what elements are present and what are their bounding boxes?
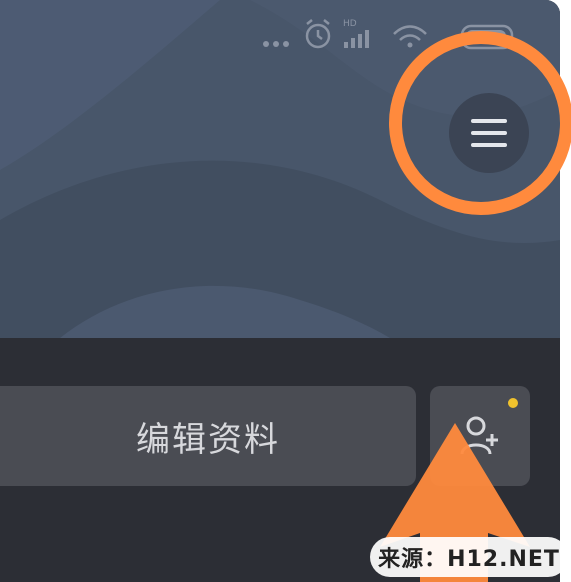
edit-profile-button[interactable]: 编辑资料 <box>0 386 416 486</box>
signal-label: HD <box>343 19 357 29</box>
wifi-icon <box>393 25 427 48</box>
source-watermark: 来源：H12.NET <box>370 537 568 577</box>
edit-profile-label: 编辑资料 <box>136 419 280 460</box>
notification-dot <box>508 398 518 408</box>
hamburger-menu-icon <box>471 119 507 147</box>
dots-icon <box>263 41 289 47</box>
status-bar: HD <box>260 14 560 54</box>
battery-icon <box>460 24 514 50</box>
alarm-icon <box>305 19 331 49</box>
phone-screen: HD 编辑资料 <box>0 0 560 582</box>
menu-button[interactable] <box>449 93 529 173</box>
signal-icon: HD <box>343 19 369 48</box>
watermark-text: 来源：H12.NET <box>378 547 560 572</box>
add-friend-icon <box>460 416 498 455</box>
